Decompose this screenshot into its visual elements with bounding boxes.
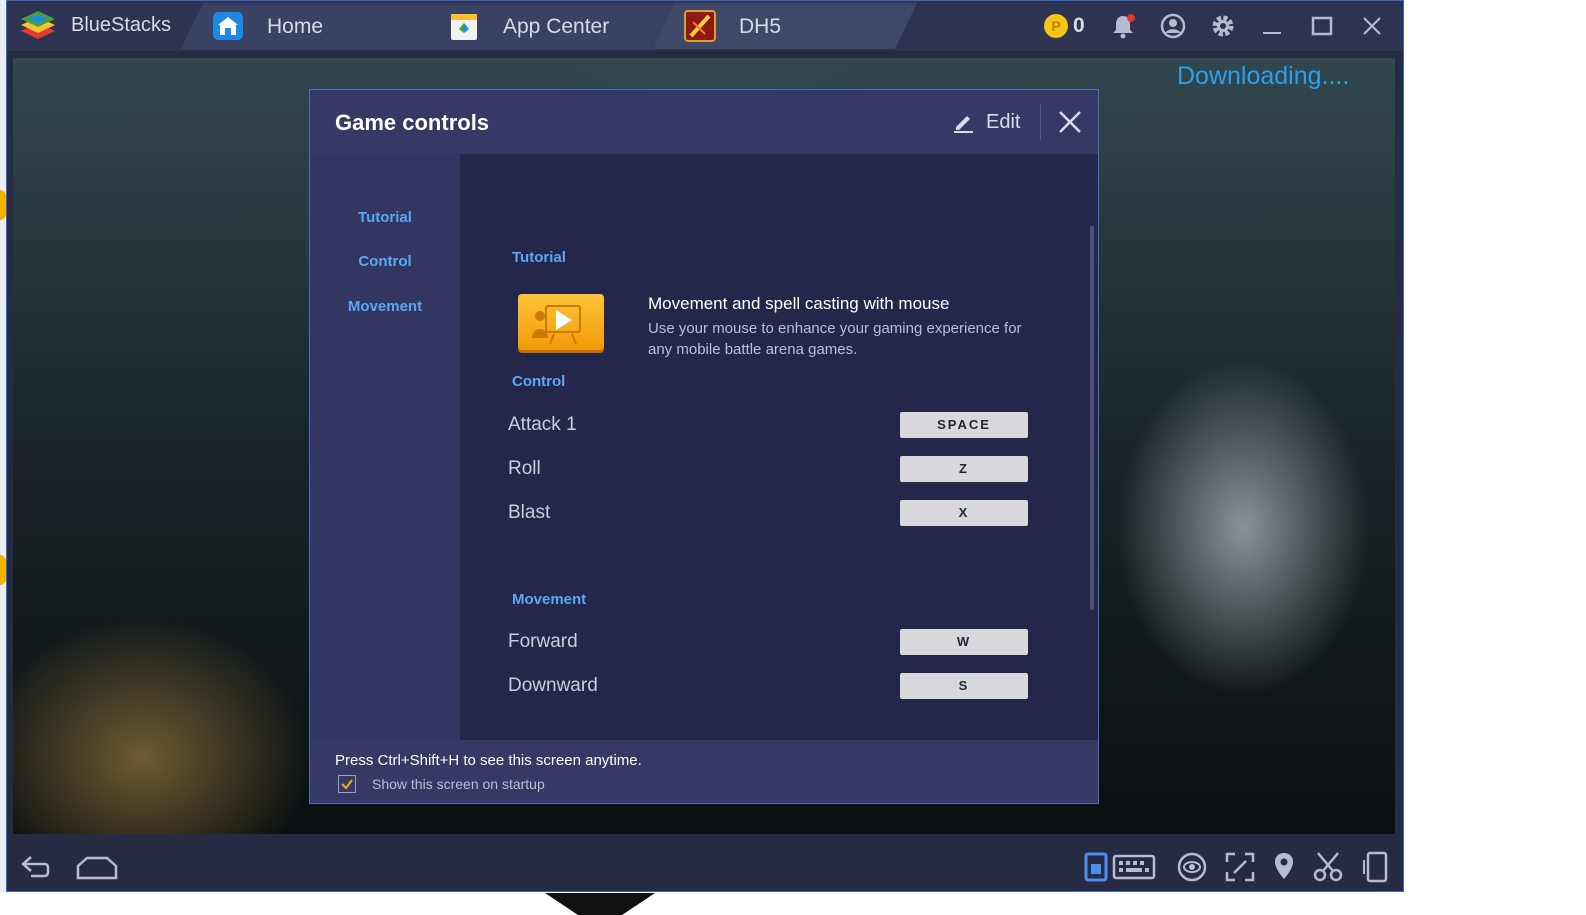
tutorial-description: Use your mouse to enhance your gaming ex… [648, 320, 1022, 358]
checkmark-icon [341, 779, 353, 790]
movement-name: Downward [508, 675, 598, 696]
control-name: Attack 1 [508, 414, 577, 435]
app-center-icon [447, 10, 481, 42]
key-binding-button[interactable]: S [900, 673, 1028, 699]
key-binding-button[interactable]: W [900, 629, 1028, 655]
sidebar-item-movement[interactable]: Movement [310, 298, 460, 315]
key-binding-button[interactable]: Z [900, 456, 1028, 482]
section-title-tutorial: Tutorial [512, 249, 566, 266]
desktop-shape [545, 893, 655, 915]
control-row: Attack 1 SPACE [508, 412, 1030, 440]
bluestacks-logo-icon [21, 11, 55, 39]
desktop-strip-bottom [0, 893, 1586, 915]
close-window-icon[interactable] [1359, 13, 1385, 39]
svg-text:P: P [1051, 18, 1060, 34]
section-title-control: Control [512, 373, 566, 390]
home-icon [211, 10, 245, 42]
tab-dh5-label: DH5 [739, 15, 782, 38]
movement-row: Downward S [508, 673, 1030, 701]
game-controls-dialog: Game controls Edit Tutorial Control Move… [309, 89, 1099, 804]
settings-gear-icon[interactable] [1210, 13, 1236, 39]
control-row: Roll Z [508, 456, 1030, 484]
shortcut-hint: Press Ctrl+Shift+H to see this screen an… [335, 752, 642, 769]
coin-count: 0 [1073, 14, 1085, 37]
dialog-title: Game controls [335, 110, 490, 135]
key-binding-button[interactable]: SPACE [900, 412, 1028, 438]
game-icon [683, 10, 717, 42]
tab-home-label: Home [267, 15, 324, 38]
downloading-status: Downloading.... [1177, 62, 1350, 90]
show-on-startup-checkbox[interactable] [338, 775, 356, 793]
fullscreen-icon[interactable] [1223, 850, 1257, 884]
sidebar-item-control[interactable]: Control [310, 253, 460, 270]
key-binding-button[interactable]: X [900, 500, 1028, 526]
play-video-icon [532, 305, 581, 345]
dialog-header: Game controls Edit [310, 90, 1098, 154]
edit-label: Edit [986, 111, 1021, 133]
back-icon[interactable] [17, 850, 51, 884]
dialog-footer: Press Ctrl+Shift+H to see this screen an… [310, 740, 1098, 803]
notification-bell-icon[interactable] [1110, 13, 1136, 39]
control-row: Blast X [508, 500, 1030, 528]
account-icon[interactable] [1160, 13, 1186, 39]
section-title-movement: Movement [512, 591, 587, 608]
portrait-mode-icon[interactable] [1081, 850, 1111, 884]
tab-dh5[interactable]: DH5 [653, 3, 917, 49]
keyboard-icon[interactable] [1112, 850, 1156, 884]
dialog-content[interactable]: Tutorial Movement and spell casting with… [460, 154, 1098, 740]
location-pin-icon[interactable] [1267, 850, 1301, 884]
tab-app-center[interactable]: App Center [417, 3, 679, 49]
scissors-icon[interactable] [1311, 850, 1345, 884]
edit-button[interactable]: Edit [950, 108, 1026, 138]
rotate-device-icon[interactable] [1359, 850, 1393, 884]
coin-icon[interactable]: P [1043, 13, 1069, 39]
dialog-sidebar: Tutorial Control Movement [310, 154, 460, 740]
header-divider [1040, 104, 1041, 140]
control-name: Roll [508, 458, 541, 479]
close-icon[interactable] [1056, 108, 1084, 136]
bottom-toolbar [7, 840, 1403, 891]
maximize-icon[interactable] [1309, 13, 1335, 39]
content-scrollbar[interactable] [1090, 226, 1094, 610]
home-button-icon[interactable] [75, 850, 119, 884]
title-bar: BlueStacks Home App Center DH5 P 0 [7, 1, 1403, 51]
tab-app-center-label: App Center [503, 15, 610, 38]
pencil-icon [954, 116, 973, 133]
show-on-startup-label[interactable]: Show this screen on startup [372, 776, 545, 792]
control-name: Blast [508, 502, 551, 523]
sidebar-item-tutorial[interactable]: Tutorial [310, 209, 460, 226]
movement-row: Forward W [508, 629, 1030, 657]
app-name: BlueStacks [71, 14, 172, 36]
tab-home[interactable]: Home [181, 3, 443, 49]
eye-view-icon[interactable] [1175, 850, 1209, 884]
minimize-icon[interactable] [1259, 13, 1285, 39]
movement-name: Forward [508, 631, 578, 652]
tutorial-video-thumbnail[interactable] [518, 294, 604, 350]
tutorial-title: Movement and spell casting with mouse [648, 294, 950, 313]
